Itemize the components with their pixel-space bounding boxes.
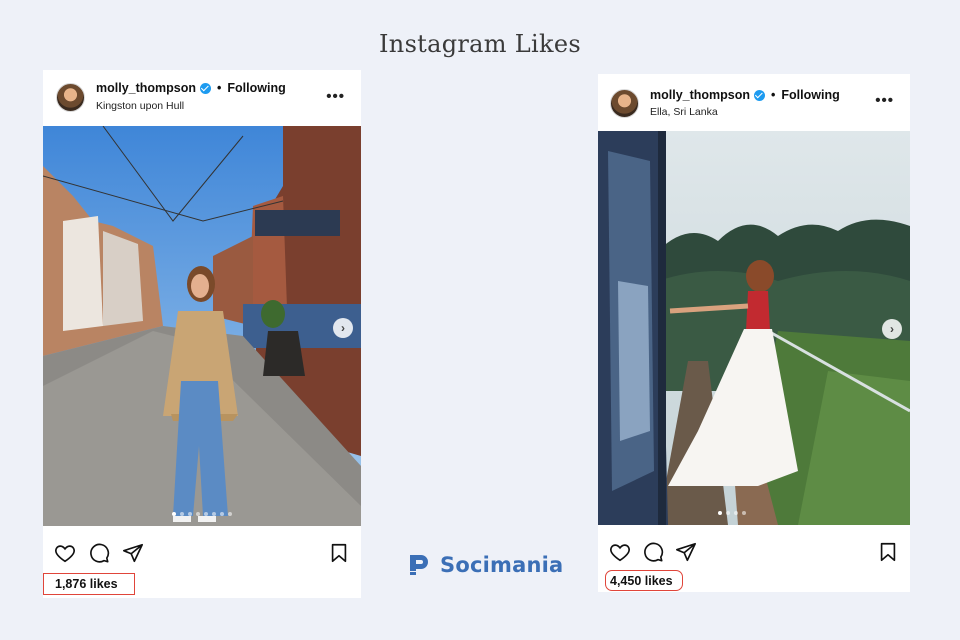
separator-dot: •	[771, 88, 776, 102]
following-button[interactable]: Following	[227, 81, 285, 95]
post-header: molly_thompson • Following Kingston upon…	[43, 70, 361, 126]
share-icon[interactable]	[122, 542, 144, 564]
instagram-post-2: molly_thompson • Following Ella, Sri Lan…	[598, 74, 910, 592]
carousel-indicator	[43, 512, 361, 516]
action-bar	[598, 525, 910, 575]
post-location[interactable]: Ella, Sri Lanka	[650, 106, 718, 118]
save-bookmark-icon[interactable]	[328, 542, 350, 564]
save-bookmark-icon[interactable]	[877, 541, 899, 563]
likes-highlight-box	[605, 570, 683, 591]
username[interactable]: molly_thompson	[96, 81, 196, 95]
more-options-icon[interactable]: •••	[875, 92, 894, 109]
share-icon[interactable]	[675, 541, 697, 563]
avatar[interactable]	[610, 89, 639, 118]
post-header: molly_thompson • Following Ella, Sri Lan…	[598, 74, 910, 131]
instagram-post-1: molly_thompson • Following Kingston upon…	[43, 70, 361, 598]
more-options-icon[interactable]: •••	[326, 88, 345, 105]
verified-badge-icon	[754, 89, 766, 101]
like-heart-icon[interactable]	[54, 542, 76, 564]
socimania-logo-icon	[410, 555, 428, 575]
verified-badge-icon	[200, 82, 212, 94]
following-button[interactable]: Following	[781, 88, 839, 102]
post-photo[interactable]: ›	[43, 126, 361, 526]
carousel-next-icon[interactable]: ›	[333, 318, 353, 338]
username-line: molly_thompson • Following	[650, 88, 840, 102]
like-heart-icon[interactable]	[609, 541, 631, 563]
brand-logo-group: Socimania	[406, 552, 563, 578]
likes-highlight-box	[43, 573, 135, 595]
username[interactable]: molly_thompson	[650, 88, 750, 102]
train-photo-illustration	[598, 131, 910, 525]
comment-icon[interactable]	[642, 541, 664, 563]
street-photo-illustration	[43, 126, 361, 526]
comment-icon[interactable]	[88, 542, 110, 564]
action-bar	[43, 526, 361, 576]
username-line: molly_thompson • Following	[96, 81, 286, 95]
post-photo[interactable]: ›	[598, 131, 910, 525]
carousel-indicator	[718, 511, 746, 515]
brand-name: Socimania	[440, 553, 564, 577]
avatar[interactable]	[56, 83, 85, 112]
post-location[interactable]: Kingston upon Hull	[96, 100, 184, 112]
page-title: Instagram Likes	[379, 30, 581, 58]
separator-dot: •	[217, 81, 222, 95]
carousel-next-icon[interactable]: ›	[882, 319, 902, 339]
